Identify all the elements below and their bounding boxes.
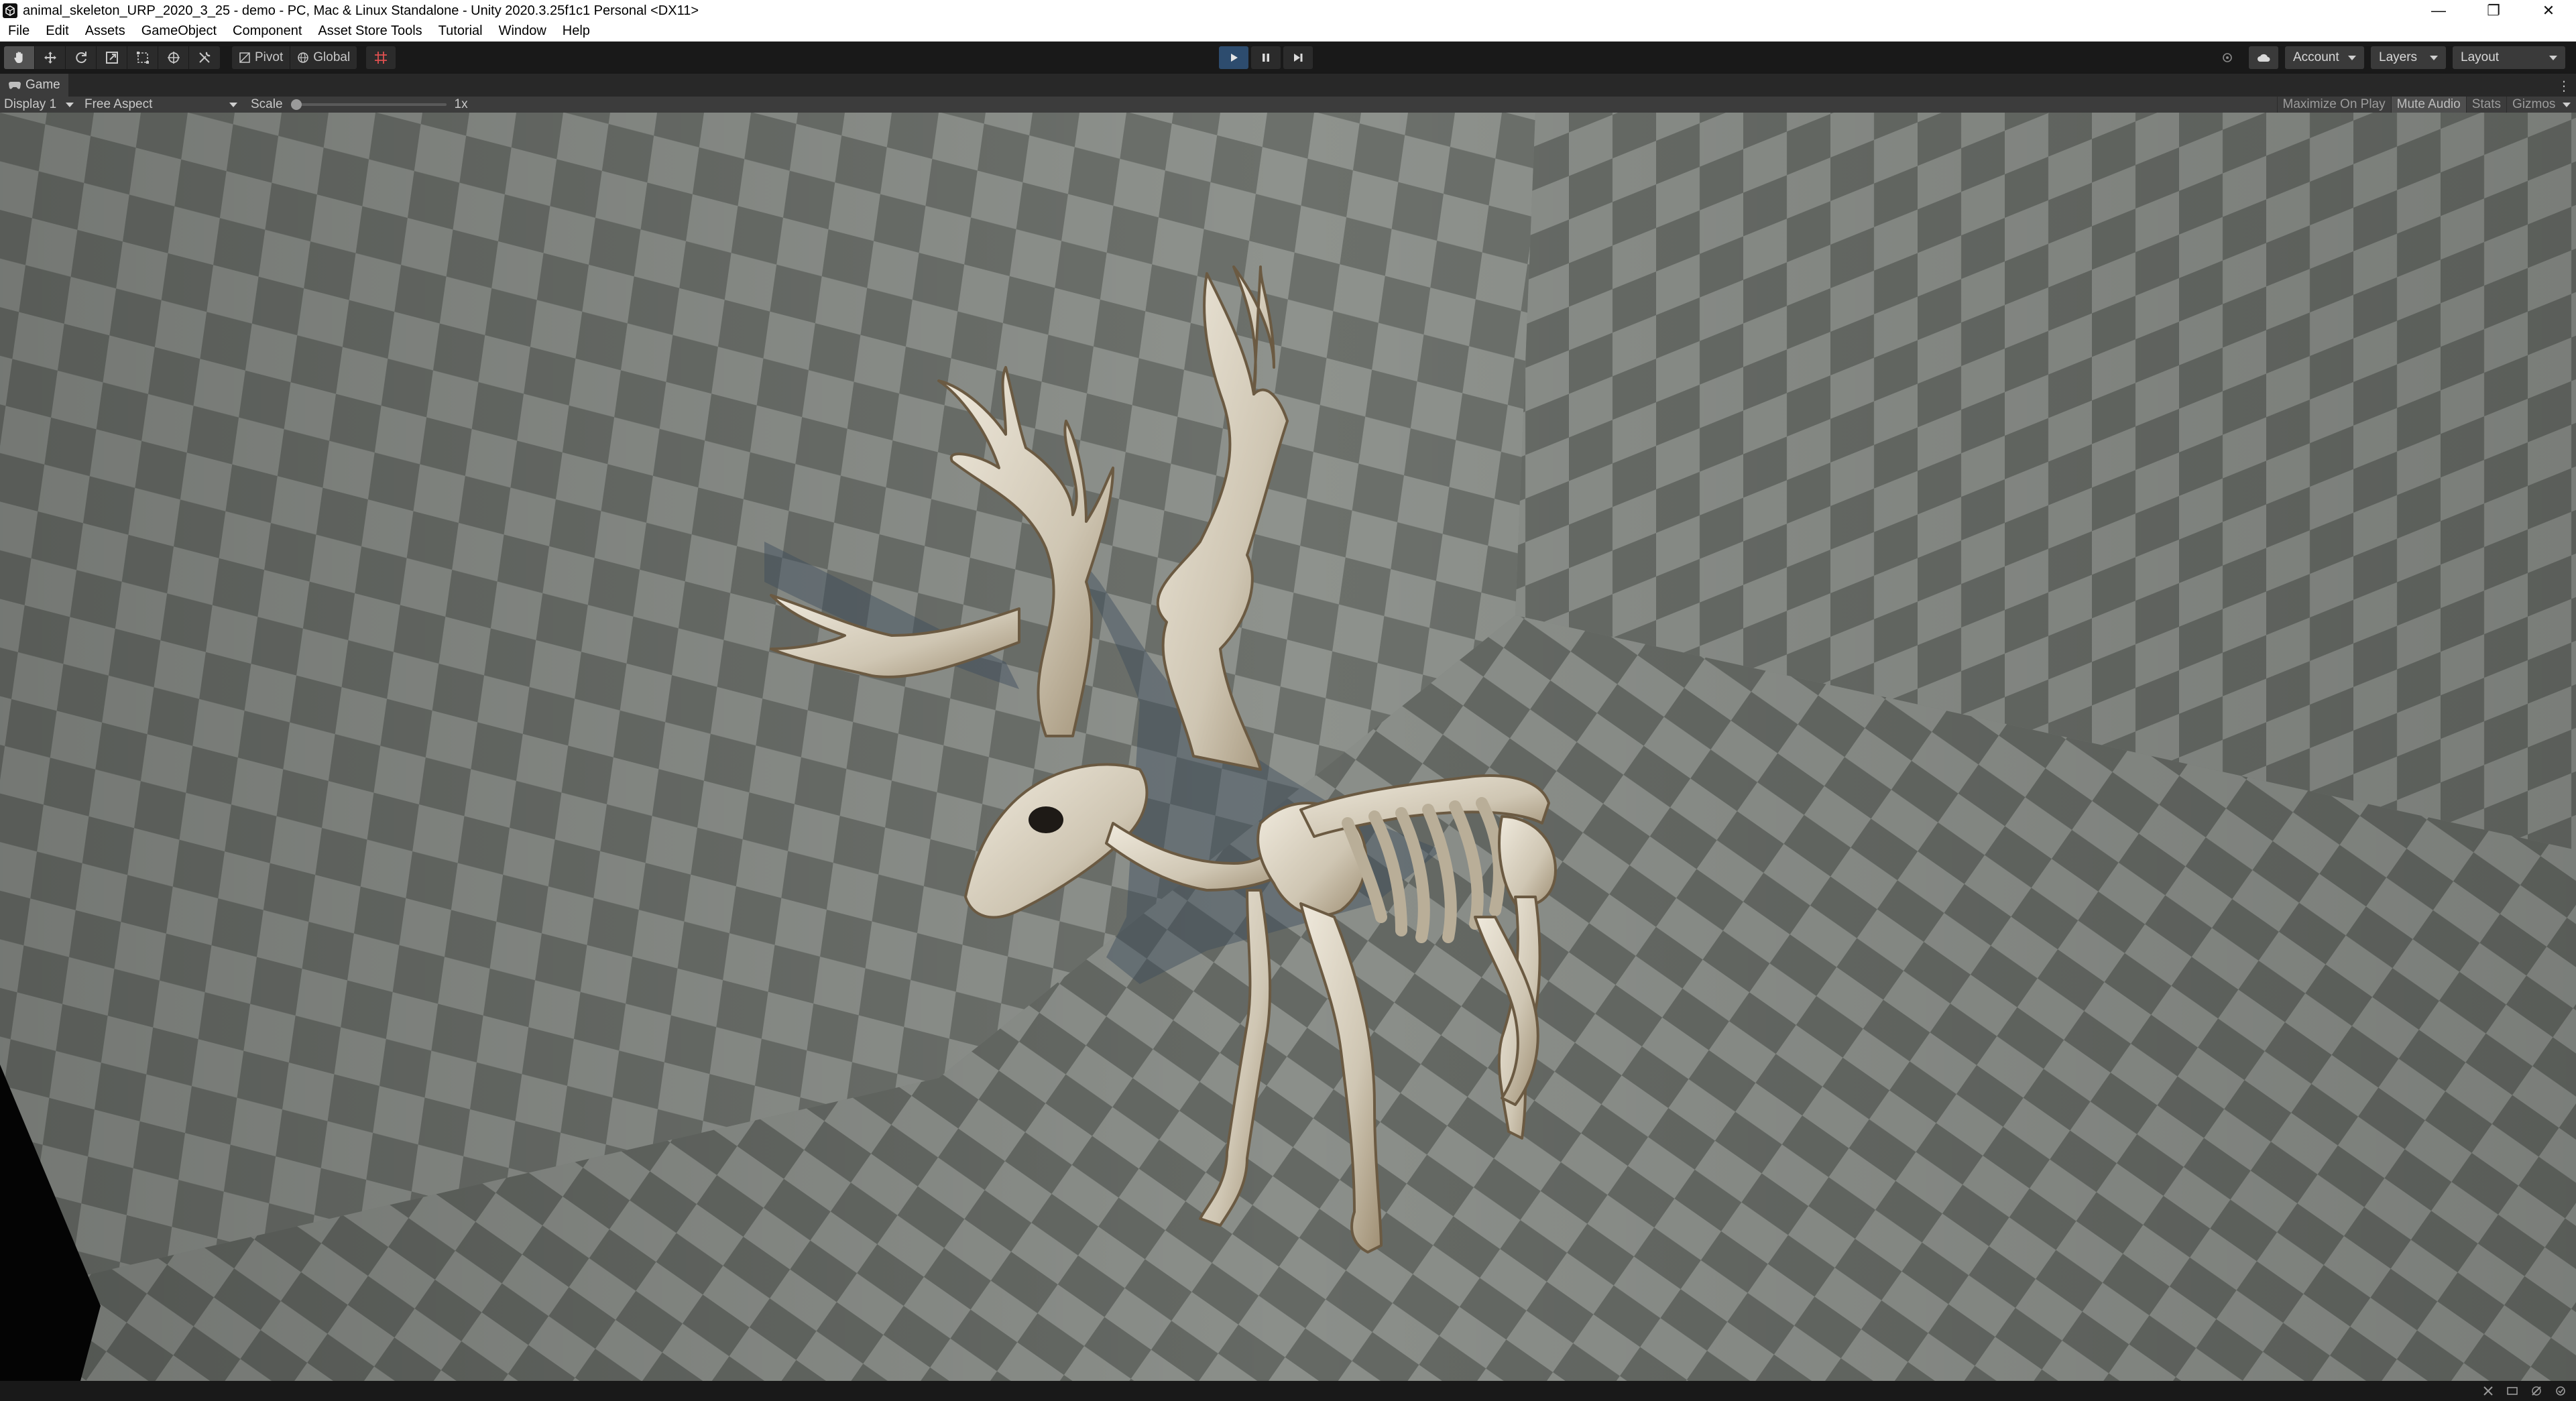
transform-tool-icon[interactable] [158, 46, 189, 69]
display-label: Display 1 [4, 97, 57, 111]
pause-icon[interactable] [1251, 46, 1281, 69]
account-dropdown[interactable]: Account [2285, 46, 2364, 69]
scene-render [0, 113, 2576, 1381]
rect-tool-icon[interactable] [127, 46, 158, 69]
chevron-down-icon [2549, 55, 2557, 60]
tab-game-label: Game [25, 78, 60, 92]
auto-generate-lighting-icon[interactable] [2553, 1384, 2568, 1398]
menu-tutorial[interactable]: Tutorial [430, 23, 491, 39]
hand-tool-icon[interactable] [4, 46, 35, 69]
close-icon[interactable]: ✕ [2521, 0, 2576, 21]
pivot-icon [239, 52, 250, 63]
pivot-toggles: Pivot Global [232, 46, 357, 69]
play-controls [1219, 46, 1313, 69]
scale-control: Scale 1x [247, 97, 472, 112]
pivot-button[interactable]: Pivot [232, 46, 291, 69]
transform-tools [4, 46, 220, 69]
scale-slider-handle[interactable] [290, 99, 302, 110]
unity-logo-icon [3, 3, 17, 18]
restore-icon[interactable]: ❐ [2466, 0, 2521, 21]
step-icon[interactable] [1283, 46, 1313, 69]
menu-component[interactable]: Component [225, 23, 310, 39]
main-toolbar: Pivot Global Account Layers Layout [0, 42, 2576, 74]
scale-slider[interactable] [290, 99, 447, 110]
menu-help[interactable]: Help [554, 23, 598, 39]
grid-snap-icon[interactable] [366, 46, 396, 69]
progress-icon[interactable] [2505, 1384, 2520, 1398]
chevron-down-icon [2563, 102, 2571, 107]
layers-dropdown[interactable]: Layers [2371, 46, 2446, 69]
menu-window[interactable]: Window [491, 23, 554, 39]
maximize-on-play-toggle[interactable]: Maximize On Play [2276, 97, 2391, 113]
collab-icon[interactable] [2213, 46, 2242, 69]
rotate-tool-icon[interactable] [66, 46, 97, 69]
chevron-down-icon [229, 102, 237, 107]
tab-bar: Game ⋮ [0, 74, 2576, 97]
tab-game[interactable]: Game [0, 74, 68, 97]
move-tool-icon[interactable] [35, 46, 66, 69]
display-dropdown[interactable]: Display 1 [0, 97, 78, 112]
aspect-dropdown[interactable]: Free Aspect [80, 97, 241, 112]
menu-asset-store-tools[interactable]: Asset Store Tools [310, 23, 430, 39]
account-label: Account [2293, 50, 2339, 64]
menu-gameobject[interactable]: GameObject [133, 23, 225, 39]
menu-edit[interactable]: Edit [38, 23, 76, 39]
aspect-label: Free Aspect [84, 97, 153, 111]
minimize-icon[interactable]: — [2411, 0, 2466, 21]
gizmos-toggle[interactable]: Gizmos [2506, 97, 2576, 113]
custom-tool-icon[interactable] [189, 46, 220, 69]
menu-file[interactable]: File [0, 23, 38, 39]
menu-bar: File Edit Assets GameObject Component As… [0, 21, 2576, 42]
layout-dropdown[interactable]: Layout [2453, 46, 2565, 69]
toolbar-right: Account Layers Layout [2213, 46, 2565, 69]
cache-server-icon[interactable] [2529, 1384, 2544, 1398]
chevron-down-icon [2348, 55, 2356, 60]
layout-label: Layout [2461, 50, 2500, 64]
mute-audio-toggle[interactable]: Mute Audio [2390, 97, 2466, 113]
chevron-down-icon [2430, 55, 2438, 60]
pivot-label: Pivot [255, 50, 284, 64]
cloud-icon[interactable] [2249, 46, 2278, 69]
chevron-down-icon [66, 102, 74, 107]
scale-value: 1x [454, 97, 468, 111]
global-label: Global [313, 50, 351, 64]
window-title: animal_skeleton_URP_2020_3_25 - demo - P… [23, 3, 699, 18]
more-options-icon[interactable]: ⋮ [2557, 78, 2571, 95]
menu-assets[interactable]: Assets [77, 23, 133, 39]
globe-icon [298, 52, 308, 63]
title-bar: animal_skeleton_URP_2020_3_25 - demo - P… [0, 0, 2576, 21]
scale-label: Scale [251, 97, 283, 111]
game-viewport[interactable] [0, 113, 2576, 1381]
layers-label: Layers [2379, 50, 2418, 64]
gamepad-icon [9, 82, 21, 89]
global-button[interactable]: Global [290, 46, 357, 69]
play-icon[interactable] [1219, 46, 1248, 69]
gizmos-label: Gizmos [2512, 97, 2556, 111]
debug-mode-icon[interactable] [2481, 1384, 2496, 1398]
stats-toggle[interactable]: Stats [2465, 97, 2506, 113]
status-bar [0, 1381, 2576, 1401]
game-view-toolbar: Display 1 Free Aspect Scale 1x Maximize … [0, 97, 2576, 113]
scale-tool-icon[interactable] [97, 46, 127, 69]
